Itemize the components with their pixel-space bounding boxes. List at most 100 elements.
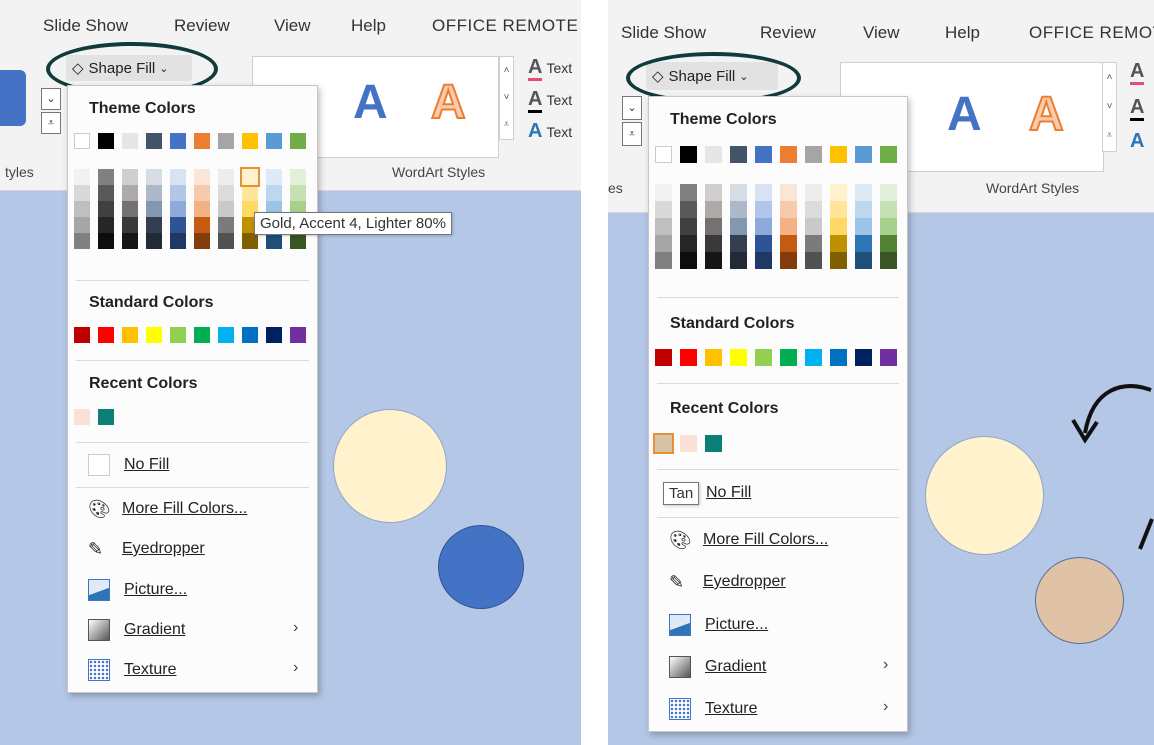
recent-color-swatch[interactable] <box>705 435 722 452</box>
theme-shade-swatch[interactable] <box>98 233 114 249</box>
style-more-button[interactable]: ⩡ <box>41 112 61 134</box>
standard-color-swatch[interactable] <box>218 327 234 343</box>
more-fill-colors-item[interactable]: 🎨︎ More Fill Colors... <box>88 499 247 519</box>
theme-shade-swatch[interactable] <box>655 252 672 269</box>
circle-shape-tan[interactable] <box>1035 557 1124 644</box>
theme-shade-swatch[interactable] <box>194 233 210 249</box>
theme-shade-swatch[interactable] <box>880 235 897 252</box>
theme-shade-swatch[interactable] <box>146 169 162 185</box>
theme-shade-swatch[interactable] <box>218 217 234 233</box>
theme-shade-swatch[interactable] <box>122 201 138 217</box>
theme-shade-swatch[interactable] <box>98 185 114 201</box>
theme-shade-swatch[interactable] <box>780 218 797 235</box>
style-scroll-down[interactable]: ⌄ <box>622 96 642 120</box>
theme-color-swatch[interactable] <box>218 133 234 149</box>
theme-shade-swatch[interactable] <box>855 184 872 201</box>
theme-shade-swatch[interactable] <box>655 201 672 218</box>
theme-shade-swatch[interactable] <box>805 184 822 201</box>
circle-shape-cream[interactable] <box>333 409 447 523</box>
more-icon[interactable]: ⩡ <box>500 111 513 138</box>
theme-shade-swatch[interactable] <box>680 218 697 235</box>
theme-shade-swatch[interactable] <box>655 235 672 252</box>
tab-office-remote[interactable]: OFFICE REMOTE <box>432 16 578 36</box>
text-outline-button[interactable]: A <box>1130 96 1148 121</box>
theme-color-swatch[interactable] <box>74 133 90 149</box>
theme-color-swatch[interactable] <box>680 146 697 163</box>
theme-shade-swatch[interactable] <box>290 233 306 249</box>
theme-shade-swatch[interactable] <box>730 235 747 252</box>
shape-fill-button[interactable]: ◇ Shape Fill ⌄ <box>66 55 192 81</box>
theme-shade-swatch[interactable] <box>855 218 872 235</box>
theme-color-swatch[interactable] <box>146 133 162 149</box>
theme-color-swatch[interactable] <box>780 146 797 163</box>
theme-color-swatch[interactable] <box>805 146 822 163</box>
theme-color-swatch[interactable] <box>122 133 138 149</box>
theme-shade-swatch[interactable] <box>122 185 138 201</box>
theme-shade-swatch[interactable] <box>290 169 306 185</box>
standard-color-swatch[interactable] <box>122 327 138 343</box>
picture-item[interactable]: Picture... <box>88 579 187 601</box>
theme-shade-swatch[interactable] <box>266 233 282 249</box>
theme-color-swatch[interactable] <box>98 133 114 149</box>
scroll-up-icon[interactable]: ˄ <box>500 57 513 84</box>
theme-shade-swatch[interactable] <box>855 252 872 269</box>
theme-shade-swatch[interactable] <box>755 235 772 252</box>
theme-shade-swatch[interactable] <box>266 185 282 201</box>
theme-shade-swatch[interactable] <box>194 185 210 201</box>
theme-color-swatch[interactable] <box>242 133 258 149</box>
theme-shade-swatch[interactable] <box>780 252 797 269</box>
theme-shade-swatch[interactable] <box>830 218 847 235</box>
theme-shade-swatch[interactable] <box>74 169 90 185</box>
theme-shade-swatch[interactable] <box>780 184 797 201</box>
recent-color-swatch[interactable] <box>98 409 114 425</box>
more-fill-colors-item[interactable]: 🎨︎ More Fill Colors... <box>669 530 828 550</box>
theme-shade-swatch[interactable] <box>680 252 697 269</box>
text-fill-button[interactable]: A Text <box>528 56 572 81</box>
theme-shade-swatch[interactable] <box>880 218 897 235</box>
theme-shade-swatch[interactable] <box>880 201 897 218</box>
theme-shade-swatch[interactable] <box>805 201 822 218</box>
theme-shade-swatch[interactable] <box>240 167 260 187</box>
text-outline-button[interactable]: A Text <box>528 88 572 113</box>
theme-shade-swatch[interactable] <box>218 169 234 185</box>
tab-view[interactable]: View <box>274 16 311 36</box>
theme-shade-swatch[interactable] <box>755 252 772 269</box>
standard-color-swatch[interactable] <box>98 327 114 343</box>
theme-shade-swatch[interactable] <box>122 217 138 233</box>
tab-slide-show[interactable]: Slide Show <box>43 16 128 36</box>
theme-color-swatch[interactable] <box>655 146 672 163</box>
eyedropper-item[interactable]: ✎ Eyedropper <box>88 539 205 559</box>
theme-shade-swatch[interactable] <box>218 201 234 217</box>
theme-shade-swatch[interactable] <box>680 184 697 201</box>
style-more-button[interactable]: ⩡ <box>622 122 642 146</box>
texture-item[interactable]: Texture <box>88 659 176 681</box>
shape-style-preview[interactable] <box>0 70 26 126</box>
eyedropper-item[interactable]: ✎ Eyedropper <box>669 572 786 592</box>
theme-shade-swatch[interactable] <box>705 201 722 218</box>
theme-shade-swatch[interactable] <box>242 233 258 249</box>
theme-shade-swatch[interactable] <box>170 217 186 233</box>
picture-item[interactable]: Picture... <box>669 614 768 636</box>
standard-color-swatch[interactable] <box>730 349 747 366</box>
standard-color-swatch[interactable] <box>780 349 797 366</box>
theme-shade-swatch[interactable] <box>730 201 747 218</box>
theme-shade-swatch[interactable] <box>855 201 872 218</box>
wordart-style-blue[interactable]: A <box>353 75 388 130</box>
recent-color-swatch[interactable] <box>653 433 674 454</box>
scroll-down-icon[interactable]: ˅ <box>1103 92 1116 121</box>
tab-slide-show[interactable]: Slide Show <box>621 23 706 43</box>
standard-color-swatch[interactable] <box>705 349 722 366</box>
theme-shade-swatch[interactable] <box>830 201 847 218</box>
theme-shade-swatch[interactable] <box>194 217 210 233</box>
theme-shade-swatch[interactable] <box>266 169 282 185</box>
theme-shade-swatch[interactable] <box>805 252 822 269</box>
circle-shape-blue[interactable] <box>438 525 524 609</box>
theme-shade-swatch[interactable] <box>98 169 114 185</box>
tab-review[interactable]: Review <box>760 23 816 43</box>
theme-shade-swatch[interactable] <box>218 185 234 201</box>
theme-color-swatch[interactable] <box>880 146 897 163</box>
scroll-down-icon[interactable]: ˅ <box>500 84 513 111</box>
text-effects-button[interactable]: A Text <box>528 120 572 143</box>
theme-shade-swatch[interactable] <box>755 218 772 235</box>
text-effects-button[interactable]: A <box>1130 130 1148 153</box>
